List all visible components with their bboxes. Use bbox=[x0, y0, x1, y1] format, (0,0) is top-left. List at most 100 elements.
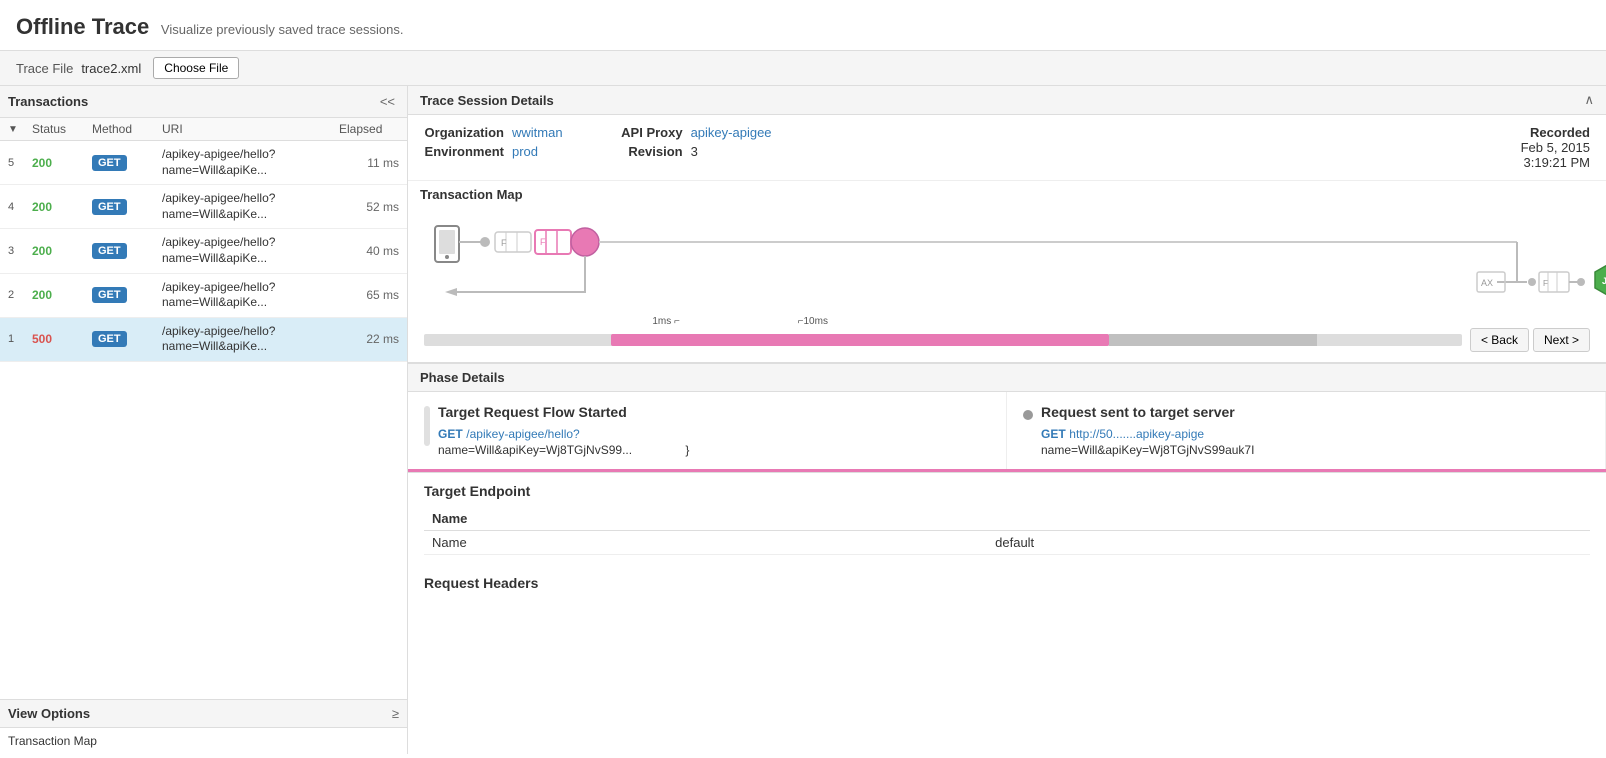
uri-col-header: URI bbox=[162, 122, 339, 136]
tx-num: 5 bbox=[8, 157, 32, 169]
transaction-map-section: Transaction Map F bbox=[408, 181, 1606, 364]
tx-uri: /apikey-apigee/hello?name=Will&apiKe... bbox=[162, 191, 339, 222]
method-col-header: Method bbox=[92, 122, 162, 136]
tx-elapsed: 52 ms bbox=[339, 200, 399, 214]
tx-status: 200 bbox=[32, 244, 92, 258]
timeline-fill-pink bbox=[611, 334, 1109, 346]
main-layout: Transactions << ▼ Status Method URI Elap… bbox=[0, 86, 1606, 754]
request-headers-title: Request Headers bbox=[424, 575, 1590, 591]
proxy-label: API Proxy bbox=[603, 125, 683, 140]
endpoint-value-col-header bbox=[987, 507, 1590, 531]
collapse-transactions-button[interactable]: << bbox=[376, 92, 399, 111]
transactions-title: Transactions bbox=[8, 94, 88, 109]
sort-icon[interactable]: ▼ bbox=[8, 124, 32, 135]
page-title: Offline Trace bbox=[16, 14, 149, 39]
target-endpoint-section: Target Endpoint Name Name default bbox=[408, 472, 1606, 565]
right-panel: Trace Session Details ∧ Organization wwi… bbox=[408, 86, 1606, 754]
org-label: Organization bbox=[424, 125, 504, 140]
tx-num: 4 bbox=[8, 201, 32, 213]
status-col-header: Status bbox=[32, 122, 92, 136]
svg-text:F: F bbox=[540, 237, 546, 247]
tx-map-label: Transaction Map bbox=[408, 181, 1606, 204]
org-env-group: Organization wwitman Environment prod bbox=[424, 125, 563, 170]
trace-session-details-header: Trace Session Details ∧ bbox=[408, 86, 1606, 115]
tx-method: GET bbox=[92, 287, 162, 303]
view-options-sub-item: Transaction Map bbox=[8, 734, 97, 748]
tx-uri: /apikey-apigee/hello?name=Will&apiKe... bbox=[162, 147, 339, 178]
tx-row[interactable]: 5 200 GET /apikey-apigee/hello?name=Will… bbox=[0, 141, 407, 185]
view-options-expand-icon[interactable]: ≥ bbox=[392, 706, 399, 721]
trace-file-bar: Trace File trace2.xml Choose File bbox=[0, 51, 1606, 86]
org-value: wwitman bbox=[512, 125, 563, 140]
tx-method: GET bbox=[92, 243, 162, 259]
tx-num: 1 bbox=[8, 333, 32, 345]
revision-row: Revision 3 bbox=[603, 144, 772, 159]
tx-method: GET bbox=[92, 155, 162, 171]
transactions-header: Transactions << bbox=[0, 86, 407, 118]
view-options-title: View Options bbox=[8, 706, 90, 721]
svg-text:JS: JS bbox=[1602, 276, 1606, 286]
phase-card-1-title: Target Request Flow Started bbox=[438, 404, 689, 420]
tx-row[interactable]: 2 200 GET /apikey-apigee/hello?name=Will… bbox=[0, 274, 407, 318]
tx-list: 5 200 GET /apikey-apigee/hello?name=Will… bbox=[0, 141, 407, 699]
left-panel: Transactions << ▼ Status Method URI Elap… bbox=[0, 86, 408, 754]
phase-card-2-desc: name=Will&apiKey=Wj8TGjNvS99auk7I bbox=[1041, 443, 1254, 457]
phase-card-2-method: GET http://50.......apikey-apige bbox=[1041, 426, 1254, 441]
proxy-value: apikey-apigee bbox=[691, 125, 772, 140]
tx-row[interactable]: 4 200 GET /apikey-apigee/hello?name=Will… bbox=[0, 185, 407, 229]
elapsed-col-header: Elapsed bbox=[339, 122, 399, 136]
env-value: prod bbox=[512, 144, 538, 159]
tx-uri: /apikey-apigee/hello?name=Will&apiKe... bbox=[162, 280, 339, 311]
phase-card-2: Request sent to target server GET http:/… bbox=[1007, 392, 1606, 469]
phase-card-1-desc: name=Will&apiKey=Wj8TGjNvS99... } bbox=[438, 443, 689, 457]
tx-uri: /apikey-apigee/hello?name=Will&apiKe... bbox=[162, 235, 339, 266]
timeline-area: 1ms ⌐ ⌐10ms < Back Next > bbox=[408, 324, 1606, 363]
endpoint-name-label: Name bbox=[424, 531, 987, 555]
flow-diagram: F F bbox=[408, 204, 1606, 324]
org-row: Organization wwitman bbox=[424, 125, 563, 140]
trace-session-title: Trace Session Details bbox=[420, 93, 554, 108]
phase-cards: Target Request Flow Started GET /apikey-… bbox=[408, 392, 1606, 472]
timeline-label-1ms: 1ms ⌐ bbox=[652, 316, 680, 327]
recorded-time: 3:19:21 PM bbox=[1524, 155, 1591, 170]
view-options-content: Transaction Map bbox=[0, 727, 407, 754]
tx-row[interactable]: 3 200 GET /apikey-apigee/hello?name=Will… bbox=[0, 229, 407, 273]
timeline-label-10ms: ⌐10ms bbox=[798, 316, 828, 327]
target-endpoint-title: Target Endpoint bbox=[424, 483, 1590, 499]
phase-details-header: Phase Details bbox=[408, 364, 1606, 392]
tx-elapsed: 11 ms bbox=[339, 156, 399, 170]
tx-method: GET bbox=[92, 199, 162, 215]
status-dot-gray bbox=[1023, 410, 1033, 420]
timeline-bar: 1ms ⌐ ⌐10ms bbox=[424, 330, 1462, 350]
tx-elapsed: 22 ms bbox=[339, 332, 399, 346]
phase-details-section: Phase Details Target Request Flow Starte… bbox=[408, 364, 1606, 754]
proxy-revision-group: API Proxy apikey-apigee Revision 3 bbox=[603, 125, 772, 170]
svg-text:F: F bbox=[1543, 279, 1548, 288]
tx-table-header: ▼ Status Method URI Elapsed bbox=[0, 118, 407, 141]
endpoint-name-col-header: Name bbox=[424, 507, 987, 531]
tx-num: 2 bbox=[8, 289, 32, 301]
tx-status: 200 bbox=[32, 156, 92, 170]
tx-status: 500 bbox=[32, 332, 92, 346]
endpoint-name-value: default bbox=[987, 531, 1590, 555]
tx-elapsed: 65 ms bbox=[339, 288, 399, 302]
trace-file-label: Trace File bbox=[16, 61, 73, 76]
flow-svg: F F bbox=[408, 204, 1606, 334]
tx-status: 200 bbox=[32, 200, 92, 214]
svg-text:F: F bbox=[501, 238, 507, 248]
request-headers-section: Request Headers bbox=[408, 565, 1606, 591]
svg-text:AX: AX bbox=[1481, 278, 1493, 288]
revision-value: 3 bbox=[691, 144, 698, 159]
tx-row[interactable]: 1 500 GET /apikey-apigee/hello?name=Will… bbox=[0, 318, 407, 362]
collapse-trace-session-button[interactable]: ∧ bbox=[1584, 92, 1594, 108]
recorded-date: Feb 5, 2015 bbox=[1521, 140, 1590, 155]
page-header: Offline Trace Visualize previously saved… bbox=[0, 0, 1606, 51]
phase-card-1: Target Request Flow Started GET /apikey-… bbox=[408, 392, 1007, 469]
choose-file-button[interactable]: Choose File bbox=[153, 57, 239, 79]
tx-status: 200 bbox=[32, 288, 92, 302]
page-subtitle: Visualize previously saved trace session… bbox=[161, 22, 404, 37]
view-options: View Options ≥ bbox=[0, 699, 407, 727]
tx-method: GET bbox=[92, 331, 162, 347]
endpoint-row: Name default bbox=[424, 531, 1590, 555]
trace-file-name: trace2.xml bbox=[81, 61, 141, 76]
